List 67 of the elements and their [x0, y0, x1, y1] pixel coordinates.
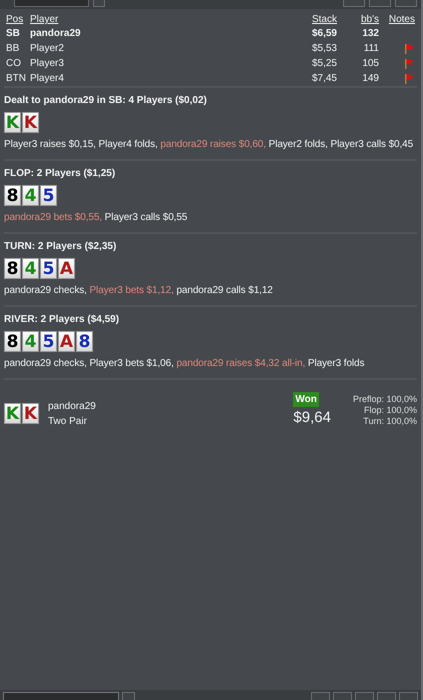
table-cell-text: $5,25 [310, 57, 338, 71]
table-cell-text: 149 [361, 72, 380, 86]
toolbar-button[interactable] [333, 692, 352, 700]
playing-card: 8 [4, 331, 21, 352]
playing-card: 8 [4, 185, 21, 206]
table-cell-text: $7,45 [310, 72, 338, 86]
playing-card: 4 [22, 331, 39, 352]
toolbar-button[interactable] [93, 0, 105, 7]
toolbar-button[interactable] [399, 692, 418, 700]
table-cell-text: BTN [5, 72, 27, 86]
flag-icon[interactable] [404, 58, 415, 69]
playing-card: K [4, 403, 21, 424]
playing-card: 5 [40, 185, 57, 206]
playing-card: K [4, 112, 21, 133]
column-header[interactable]: Player [28, 13, 231, 26]
street-title: RIVER: 2 Players ($4,59) [4, 313, 120, 327]
player-name: pandora29 [48, 400, 97, 414]
column-header[interactable]: bb's [339, 13, 381, 26]
table-cell-text: $6,59 [310, 27, 338, 41]
toolbar-button[interactable] [122, 692, 135, 700]
table-cell-text: $5,53 [310, 42, 338, 56]
action-log: pandora29 bets $0,55, Player3 calls $0,55 [4, 211, 188, 225]
equity-line: Preflop: 100,0% [352, 394, 417, 406]
table-cell-text: Player4 [29, 72, 65, 86]
toolbar-button[interactable] [369, 0, 391, 7]
input-field[interactable] [14, 0, 89, 7]
table-cell-text: BB [5, 42, 20, 56]
playing-card: 8 [76, 331, 93, 352]
flag-icon[interactable] [404, 42, 415, 54]
playing-card: 5 [40, 331, 57, 352]
toolbar-button[interactable] [311, 692, 330, 700]
action-log: pandora29 checks, Player3 bets $1,12, pandora29 calls $1,12 [4, 284, 274, 298]
table-cell-text: 111 [362, 42, 380, 56]
playing-card: 5 [40, 258, 57, 279]
playing-card: 8 [4, 258, 21, 279]
column-header[interactable]: Notes [381, 13, 417, 26]
street-title: FLOP: 2 Players ($1,25) [4, 167, 116, 181]
table-cell-text: 132 [361, 27, 380, 41]
street-title: TURN: 2 Players ($2,35) [4, 240, 118, 254]
playing-card: A [58, 331, 75, 352]
action-log: Player3 raises $0,15, Player4 folds, pandora29 raises $0,60, Player2 folds, Player3 calls $0,45 [4, 138, 414, 152]
table-cell-text: pandora29 [29, 27, 82, 41]
playing-card: K [22, 403, 39, 424]
playing-card: 4 [22, 258, 39, 279]
input-field[interactable] [3, 692, 119, 700]
action-log: pandora29 checks, Player3 bets $1,06, pandora29 raises $4,32 all-in, Player3 folds [4, 357, 366, 371]
hand-name: Two Pair [48, 414, 88, 429]
table-cell-text: Player3 [29, 57, 65, 71]
playing-card: 4 [22, 185, 39, 206]
equity-line: Flop: 100,0% [362, 405, 417, 416]
toolbar-button[interactable] [377, 692, 396, 700]
table-cell-text: 105 [361, 57, 380, 71]
table-cell-text: CO [5, 57, 22, 71]
won-label: Won [293, 392, 319, 407]
street-title: Dealt to pandora29 in SB: 4 Players ($0,02) [4, 94, 208, 108]
flag-icon[interactable] [404, 72, 415, 84]
equity-line: Turn: 100,0% [362, 416, 417, 428]
toolbar-button[interactable] [343, 0, 365, 7]
playing-card: K [22, 112, 39, 133]
toolbar-button[interactable] [395, 0, 417, 7]
toolbar-button[interactable] [355, 692, 374, 700]
playing-card: A [58, 258, 75, 279]
column-header[interactable]: Pos [4, 13, 28, 26]
won-amount: $9,64 [293, 408, 331, 428]
table-cell-text: Player2 [29, 42, 65, 56]
column-header[interactable]: Stack [231, 13, 339, 26]
table-cell-text: SB [5, 27, 21, 41]
